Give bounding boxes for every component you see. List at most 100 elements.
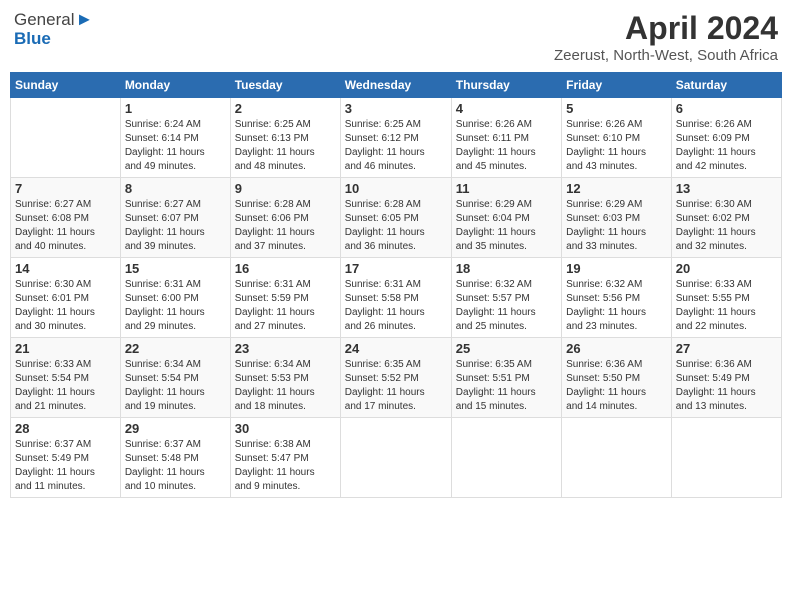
day-number: 20 — [676, 261, 777, 276]
logo-blue: Blue — [14, 30, 51, 49]
day-number: 6 — [676, 101, 777, 116]
day-info: Sunrise: 6:30 AMSunset: 6:02 PMDaylight:… — [676, 198, 777, 254]
page-title: April 2024 — [554, 10, 778, 47]
day-info: Sunrise: 6:34 AMSunset: 5:53 PMDaylight:… — [235, 358, 336, 414]
day-info: Sunrise: 6:34 AMSunset: 5:54 PMDaylight:… — [125, 358, 226, 414]
day-number: 7 — [15, 181, 116, 196]
calendar-table: SundayMondayTuesdayWednesdayThursdayFrid… — [10, 72, 782, 498]
calendar-cell: 1 Sunrise: 6:24 AMSunset: 6:14 PMDaylight… — [120, 98, 230, 178]
day-number: 1 — [125, 101, 226, 116]
calendar-cell: 8Sunrise: 6:27 AMSunset: 6:07 PMDaylight… — [120, 178, 230, 258]
calendar-cell: 28 Sunrise: 6:37 AMSunset: 5:49 PMDayligh… — [11, 418, 121, 498]
day-number: 13 — [676, 181, 777, 196]
calendar-cell: 29 Sunrise: 6:37 AMSunset: 5:48 PMDayligh… — [120, 418, 230, 498]
weekday-header-monday: Monday — [120, 73, 230, 98]
calendar-cell: 19 Sunrise: 6:32 AMSunset: 5:56 PMDayligh… — [562, 258, 672, 338]
page-subtitle: Zeerust, North-West, South Africa — [554, 47, 778, 64]
logo-general: General — [14, 11, 74, 30]
day-info: Sunrise: 6:29 AMSunset: 6:04 PMDaylight:… — [456, 198, 557, 254]
logo: General ► Blue — [14, 10, 93, 48]
calendar-cell: 13 Sunrise: 6:30 AMSunset: 6:02 PMDayligh… — [671, 178, 781, 258]
weekday-header-tuesday: Tuesday — [230, 73, 340, 98]
day-info: Sunrise: 6:26 AMSunset: 6:09 PMDaylight:… — [676, 118, 777, 174]
calendar-cell: 14 Sunrise: 6:30 AMSunset: 6:01 PMDayligh… — [11, 258, 121, 338]
day-number: 26 — [566, 341, 667, 356]
day-number: 24 — [345, 341, 447, 356]
day-number: 27 — [676, 341, 777, 356]
day-number: 15 — [125, 261, 226, 276]
day-info: Sunrise: 6:27 AMSunset: 6:07 PMDaylight:… — [125, 198, 226, 254]
calendar-cell: 2Sunrise: 6:25 AMSunset: 6:13 PMDaylight… — [230, 98, 340, 178]
calendar-cell: 21 Sunrise: 6:33 AMSunset: 5:54 PMDayligh… — [11, 338, 121, 418]
day-number: 22 — [125, 341, 226, 356]
day-info: Sunrise: 6:36 AMSunset: 5:50 PMDaylight:… — [566, 358, 667, 414]
calendar-cell: 20Sunrise: 6:33 AMSunset: 5:55 PMDayligh… — [671, 258, 781, 338]
day-number: 12 — [566, 181, 667, 196]
day-number: 11 — [456, 181, 557, 196]
day-info: Sunrise: 6:28 AMSunset: 6:06 PMDaylight:… — [235, 198, 336, 254]
day-info: Sunrise: 6:29 AMSunset: 6:03 PMDaylight:… — [566, 198, 667, 254]
day-info: Sunrise: 6:33 AMSunset: 5:54 PMDaylight:… — [15, 358, 116, 414]
day-number: 25 — [456, 341, 557, 356]
calendar-cell: 17 Sunrise: 6:31 AMSunset: 5:58 PMDayligh… — [340, 258, 451, 338]
calendar-cell: 9 Sunrise: 6:28 AMSunset: 6:06 PMDaylight… — [230, 178, 340, 258]
calendar-cell — [562, 418, 672, 498]
day-info: Sunrise: 6:31 AMSunset: 6:00 PMDaylight:… — [125, 278, 226, 334]
day-number: 21 — [15, 341, 116, 356]
calendar-cell: 10 Sunrise: 6:28 AMSunset: 6:05 PMDayligh… — [340, 178, 451, 258]
calendar-cell: 12 Sunrise: 6:29 AMSunset: 6:03 PMDayligh… — [562, 178, 672, 258]
day-info: Sunrise: 6:30 AMSunset: 6:01 PMDaylight:… — [15, 278, 116, 334]
day-info: Sunrise: 6:32 AMSunset: 5:56 PMDaylight:… — [566, 278, 667, 334]
day-number: 28 — [15, 421, 116, 436]
calendar-cell: 25 Sunrise: 6:35 AMSunset: 5:51 PMDayligh… — [451, 338, 561, 418]
day-info: Sunrise: 6:25 AMSunset: 6:12 PMDaylight:… — [345, 118, 447, 174]
day-number: 18 — [456, 261, 557, 276]
day-number: 5 — [566, 101, 667, 116]
weekday-header-thursday: Thursday — [451, 73, 561, 98]
calendar-cell: 16 Sunrise: 6:31 AMSunset: 5:59 PMDayligh… — [230, 258, 340, 338]
calendar-week-row: 1 Sunrise: 6:24 AMSunset: 6:14 PMDaylight… — [11, 98, 782, 178]
calendar-header-row: SundayMondayTuesdayWednesdayThursdayFrid… — [11, 73, 782, 98]
day-number: 10 — [345, 181, 447, 196]
day-number: 16 — [235, 261, 336, 276]
day-info: Sunrise: 6:24 AMSunset: 6:14 PMDaylight:… — [125, 118, 226, 174]
weekday-header-wednesday: Wednesday — [340, 73, 451, 98]
calendar-cell — [340, 418, 451, 498]
day-number: 17 — [345, 261, 447, 276]
calendar-cell: 11 Sunrise: 6:29 AMSunset: 6:04 PMDayligh… — [451, 178, 561, 258]
calendar-cell: 22 Sunrise: 6:34 AMSunset: 5:54 PMDayligh… — [120, 338, 230, 418]
calendar-cell — [11, 98, 121, 178]
day-number: 30 — [235, 421, 336, 436]
day-number: 9 — [235, 181, 336, 196]
calendar-week-row: 14 Sunrise: 6:30 AMSunset: 6:01 PMDayligh… — [11, 258, 782, 338]
day-info: Sunrise: 6:25 AMSunset: 6:13 PMDaylight:… — [235, 118, 336, 174]
calendar-cell — [451, 418, 561, 498]
day-info: Sunrise: 6:28 AMSunset: 6:05 PMDaylight:… — [345, 198, 447, 254]
calendar-cell: 4Sunrise: 6:26 AMSunset: 6:11 PMDaylight… — [451, 98, 561, 178]
day-info: Sunrise: 6:35 AMSunset: 5:51 PMDaylight:… — [456, 358, 557, 414]
logo-arrow-icon: ► — [75, 10, 93, 30]
calendar-week-row: 21 Sunrise: 6:33 AMSunset: 5:54 PMDayligh… — [11, 338, 782, 418]
calendar-cell: 6 Sunrise: 6:26 AMSunset: 6:09 PMDaylight… — [671, 98, 781, 178]
day-info: Sunrise: 6:31 AMSunset: 5:59 PMDaylight:… — [235, 278, 336, 334]
calendar-week-row: 28 Sunrise: 6:37 AMSunset: 5:49 PMDayligh… — [11, 418, 782, 498]
weekday-header-sunday: Sunday — [11, 73, 121, 98]
day-number: 14 — [15, 261, 116, 276]
day-number: 3 — [345, 101, 447, 116]
day-info: Sunrise: 6:31 AMSunset: 5:58 PMDaylight:… — [345, 278, 447, 334]
day-info: Sunrise: 6:37 AMSunset: 5:48 PMDaylight:… — [125, 438, 226, 494]
day-number: 29 — [125, 421, 226, 436]
day-number: 19 — [566, 261, 667, 276]
calendar-cell: 23Sunrise: 6:34 AMSunset: 5:53 PMDayligh… — [230, 338, 340, 418]
calendar-week-row: 7 Sunrise: 6:27 AMSunset: 6:08 PMDaylight… — [11, 178, 782, 258]
calendar-cell: 26 Sunrise: 6:36 AMSunset: 5:50 PMDayligh… — [562, 338, 672, 418]
calendar-cell — [671, 418, 781, 498]
weekday-header-friday: Friday — [562, 73, 672, 98]
day-info: Sunrise: 6:27 AMSunset: 6:08 PMDaylight:… — [15, 198, 116, 254]
title-block: April 2024 Zeerust, North-West, South Af… — [554, 10, 778, 64]
calendar-cell: 5Sunrise: 6:26 AMSunset: 6:10 PMDaylight… — [562, 98, 672, 178]
calendar-cell: 30Sunrise: 6:38 AMSunset: 5:47 PMDayligh… — [230, 418, 340, 498]
day-info: Sunrise: 6:36 AMSunset: 5:49 PMDaylight:… — [676, 358, 777, 414]
calendar-cell: 24Sunrise: 6:35 AMSunset: 5:52 PMDayligh… — [340, 338, 451, 418]
day-info: Sunrise: 6:37 AMSunset: 5:49 PMDaylight:… — [15, 438, 116, 494]
